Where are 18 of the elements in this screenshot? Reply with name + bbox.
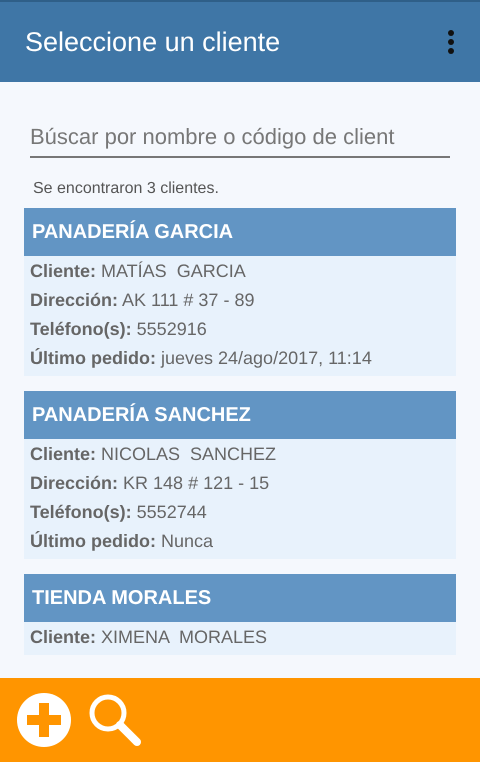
add-icon[interactable] — [16, 692, 72, 748]
client-name-header[interactable]: TIENDA MORALES — [24, 574, 456, 622]
client-detail-line: Cliente: XIMENA MORALES — [30, 626, 268, 649]
client-detail-line: Teléfono(s): 5552916 — [30, 318, 208, 341]
client-name-header[interactable]: PANADERÍA GARCIA — [24, 208, 456, 256]
client-detail-line: Dirección: KR 148 # 121 - 15 — [30, 472, 270, 495]
client-detail-line: Último pedido: jueves 24/ago/2017, 11:14 — [30, 347, 373, 370]
search-field[interactable]: Búscar por nombre o código de client — [30, 120, 450, 158]
search-icon[interactable] — [88, 693, 142, 747]
more-menu-icon[interactable] — [447, 29, 455, 55]
client-detail-line: Último pedido: Nunca — [30, 530, 214, 553]
screen-title: Seleccione un cliente — [25, 26, 280, 58]
client-detail-line: Cliente: NICOLAS SANCHEZ — [30, 443, 278, 466]
client-detail-line: Dirección: AK 111 # 37 - 89 — [30, 289, 256, 312]
client-name-header[interactable]: PANADERÍA SANCHEZ — [24, 391, 456, 439]
result-count: Se encontraron 3 clientes. — [33, 180, 220, 198]
client-detail-line: Teléfono(s): 5552744 — [30, 501, 208, 524]
client-detail-line: Cliente: MATÍAS GARCIA — [30, 260, 247, 283]
